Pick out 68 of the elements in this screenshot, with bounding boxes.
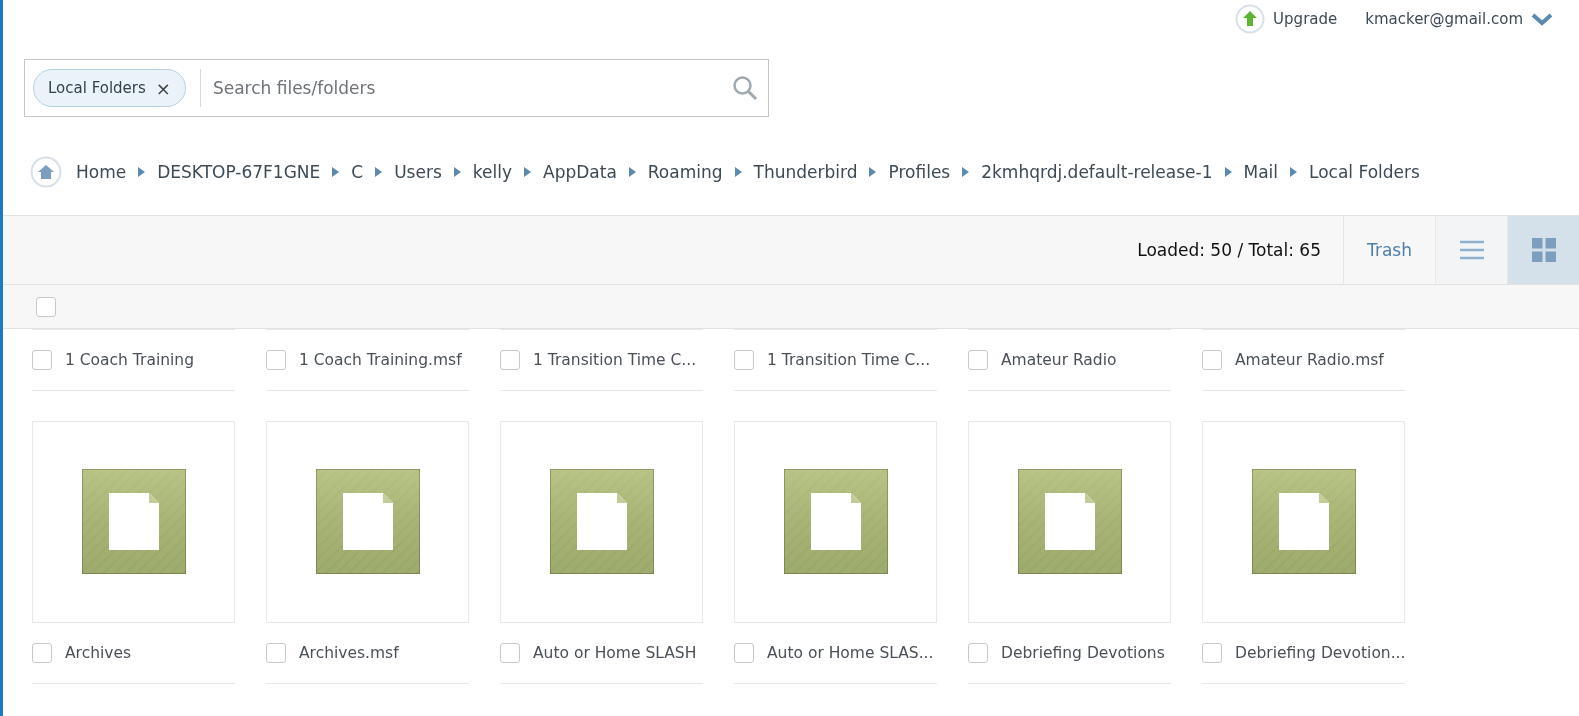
item-count: Loaded: 50 / Total: 65	[1137, 240, 1321, 260]
menu-icon	[1459, 240, 1484, 260]
file-checkbox[interactable]	[734, 350, 754, 370]
chevron-right-icon	[524, 167, 531, 177]
search-input[interactable]: Search files/folders	[210, 77, 732, 99]
chevron-right-icon	[1290, 167, 1298, 177]
file-name[interactable]: Auto or Home SLASH	[533, 644, 697, 662]
file-checkbox[interactable]	[1202, 643, 1222, 663]
file-checkbox[interactable]	[968, 643, 988, 663]
chevron-right-icon	[138, 167, 146, 177]
file-name[interactable]: Amateur Radio	[1001, 351, 1117, 369]
file-checkbox[interactable]	[266, 350, 286, 370]
breadcrumb-link[interactable]: Thunderbird	[753, 162, 858, 182]
breadcrumb-link[interactable]: C	[351, 162, 364, 182]
file-name[interactable]: 1 Transition Time C...	[767, 351, 931, 369]
breadcrumb-link[interactable]: kelly	[472, 162, 512, 182]
file-name[interactable]: 1 Coach Training.msf	[299, 351, 462, 369]
file-thumbnail[interactable]	[32, 421, 235, 623]
grid-icon	[1531, 238, 1556, 262]
file-thumbnail[interactable]	[968, 421, 1171, 623]
file-thumbnail[interactable]	[266, 421, 469, 623]
chevron-down-icon	[1531, 12, 1553, 26]
chip-label: Local Folders	[48, 79, 146, 97]
chevron-right-icon	[453, 167, 461, 177]
file-name[interactable]: Auto or Home SLAS...	[767, 644, 934, 662]
file-name[interactable]: 1 Transition Time C...	[533, 351, 697, 369]
chevron-right-icon	[375, 167, 383, 177]
chevron-right-icon	[628, 167, 636, 177]
breadcrumb-link[interactable]: 2kmhqrdj.default-release-1	[981, 162, 1213, 182]
file-checkbox[interactable]	[500, 350, 520, 370]
list-view-button[interactable]	[1435, 216, 1507, 284]
breadcrumb-link[interactable]: AppData	[543, 162, 617, 182]
file-name[interactable]: Amateur Radio.msf	[1235, 351, 1384, 369]
file-checkbox[interactable]	[1202, 350, 1222, 370]
file-checkbox[interactable]	[32, 643, 52, 663]
account-menu[interactable]: kmacker@gmail.com	[1365, 10, 1553, 28]
chevron-right-icon	[734, 167, 742, 177]
chevron-right-icon	[332, 167, 340, 177]
file-checkbox[interactable]	[734, 643, 754, 663]
upgrade-button[interactable]: Upgrade	[1235, 4, 1338, 34]
breadcrumb-link[interactable]: Local Folders	[1309, 162, 1420, 182]
select-all-checkbox[interactable]	[36, 296, 56, 317]
chevron-right-icon	[1224, 167, 1232, 177]
file-thumbnail[interactable]	[734, 421, 937, 623]
file-thumbnail[interactable]	[1202, 421, 1405, 623]
search-bar[interactable]: Local Folders × Search files/folders	[24, 59, 769, 117]
file-thumbnail[interactable]	[500, 421, 703, 623]
file-name[interactable]: Debriefing Devotions	[1001, 644, 1165, 662]
breadcrumb-link[interactable]: Profiles	[888, 162, 951, 182]
home-icon[interactable]	[30, 156, 62, 188]
file-name[interactable]: Archives	[65, 644, 132, 662]
file-name[interactable]: Archives.msf	[299, 644, 399, 662]
file-checkbox[interactable]	[32, 350, 52, 370]
file-checkbox[interactable]	[968, 350, 988, 370]
breadcrumb-link[interactable]: Mail	[1243, 162, 1279, 182]
chevron-right-icon	[869, 167, 877, 177]
chevron-right-icon	[962, 167, 970, 177]
close-chip-button[interactable]: ×	[155, 77, 171, 99]
grid-view-button[interactable]	[1507, 216, 1579, 284]
search-icon[interactable]	[732, 75, 758, 101]
breadcrumb-link[interactable]: Roaming	[647, 162, 723, 182]
breadcrumb-link[interactable]: DESKTOP-67F1GNE	[157, 162, 321, 182]
file-checkbox[interactable]	[500, 643, 520, 663]
file-name[interactable]: 1 Coach Training	[65, 351, 195, 369]
breadcrumb-link[interactable]: Users	[394, 162, 442, 182]
file-checkbox[interactable]	[266, 643, 286, 663]
breadcrumb-link[interactable]: Home	[76, 162, 127, 182]
file-name[interactable]: Debriefing Devotion...	[1235, 644, 1406, 662]
